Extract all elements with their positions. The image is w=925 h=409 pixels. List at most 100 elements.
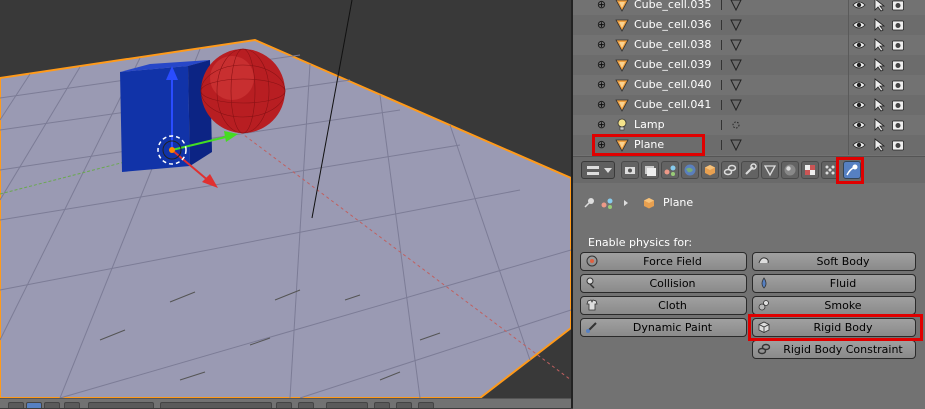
outliner-item-name[interactable]: Cube_cell.040: [634, 78, 711, 91]
eye-icon[interactable]: [852, 58, 866, 72]
3d-viewport[interactable]: [0, 0, 571, 408]
collision-button[interactable]: Collision: [580, 274, 747, 293]
camera-icon[interactable]: [891, 138, 905, 152]
cursor-icon[interactable]: [873, 138, 885, 152]
camera-icon[interactable]: [891, 0, 905, 12]
expand-icon[interactable]: ⊕: [596, 0, 607, 10]
snap-button[interactable]: [276, 402, 292, 408]
camera-icon[interactable]: [891, 58, 905, 72]
cursor-icon[interactable]: [873, 0, 885, 12]
eye-icon[interactable]: [852, 98, 866, 112]
transform-orientation-select[interactable]: [88, 402, 154, 408]
outliner-item-name[interactable]: Plane: [634, 138, 664, 151]
pin-icon[interactable]: [581, 195, 597, 211]
eye-icon[interactable]: [852, 18, 866, 32]
cursor-icon[interactable]: [873, 18, 885, 32]
wrench-icon: [745, 163, 757, 175]
sphere-object[interactable]: [200, 48, 286, 134]
outliner-row[interactable]: ⊕ Cube_cell.035: [573, 0, 925, 15]
camera-icon[interactable]: [891, 98, 905, 112]
proportional-edit-button[interactable]: [298, 402, 314, 408]
outliner-row[interactable]: ⊕ Cube_cell.039: [573, 55, 925, 75]
outliner-row[interactable]: ⊕ Cube_cell.036: [573, 15, 925, 35]
soft-body-button[interactable]: Soft Body: [752, 252, 916, 271]
cursor-icon[interactable]: [873, 58, 885, 72]
cube-object[interactable]: [120, 60, 212, 172]
rigid-body-constraint-button[interactable]: Rigid Body Constraint: [752, 340, 916, 359]
mesh-data-icon[interactable]: [728, 138, 744, 152]
tab-data[interactable]: [761, 161, 779, 179]
outliner-item-name[interactable]: Cube_cell.036: [634, 18, 711, 31]
cursor-icon[interactable]: [873, 78, 885, 92]
tab-physics[interactable]: [843, 161, 861, 179]
outliner-row[interactable]: ⊕ Cube_cell.038: [573, 35, 925, 55]
eye-icon[interactable]: [852, 38, 866, 52]
outliner-separator: [721, 80, 722, 90]
lock-camera-button[interactable]: [396, 402, 412, 408]
tab-render[interactable]: [621, 161, 639, 179]
outliner-item-name[interactable]: Cube_cell.038: [634, 38, 711, 51]
expand-icon[interactable]: ⊕: [596, 19, 607, 30]
eye-icon[interactable]: [852, 0, 866, 12]
mode-button[interactable]: [26, 402, 42, 408]
render-anim-button[interactable]: [418, 402, 434, 408]
eye-icon[interactable]: [852, 138, 866, 152]
mesh-data-icon[interactable]: [728, 58, 744, 72]
outliner-item-name[interactable]: Cube_cell.039: [634, 58, 711, 71]
smoke-button[interactable]: Smoke: [752, 296, 916, 315]
pivot-button[interactable]: [64, 402, 80, 408]
mesh-data-icon[interactable]: [728, 18, 744, 32]
expand-icon[interactable]: ⊕: [596, 99, 607, 110]
tab-render-layers[interactable]: [641, 161, 659, 179]
layers-grid[interactable]: [160, 402, 272, 408]
tab-constraints[interactable]: [721, 161, 739, 179]
camera-icon[interactable]: [891, 78, 905, 92]
mesh-data-icon[interactable]: [728, 38, 744, 52]
camera-icon[interactable]: [891, 118, 905, 132]
outliner-item-name[interactable]: Cube_cell.035: [634, 0, 711, 11]
tab-modifiers[interactable]: [741, 161, 759, 179]
tab-scene[interactable]: [661, 161, 679, 179]
cursor-icon[interactable]: [873, 118, 885, 132]
context-object-name: Plane: [663, 196, 694, 209]
cursor-icon[interactable]: [873, 38, 885, 52]
mesh-data-icon[interactable]: [728, 98, 744, 112]
editor-type-select[interactable]: [581, 161, 615, 179]
eye-icon[interactable]: [852, 118, 866, 132]
outliner-item-name[interactable]: Cube_cell.041: [634, 98, 711, 111]
outliner-item-name[interactable]: Lamp: [634, 118, 665, 131]
tab-material[interactable]: [781, 161, 799, 179]
view-menu-button[interactable]: [8, 402, 24, 408]
camera-icon[interactable]: [891, 38, 905, 52]
tab-object[interactable]: [701, 161, 719, 179]
cloth-button[interactable]: Cloth: [580, 296, 747, 315]
outliner-row[interactable]: ⊕ Lamp: [573, 115, 925, 135]
lamp-data-icon[interactable]: [728, 118, 744, 132]
tab-world[interactable]: [681, 161, 699, 179]
outliner-row[interactable]: ⊕ Cube_cell.041: [573, 95, 925, 115]
camera-icon[interactable]: [891, 18, 905, 32]
mesh-data-icon[interactable]: [728, 0, 744, 12]
dynamic-paint-button[interactable]: Dynamic Paint: [580, 318, 747, 337]
shading-button[interactable]: [44, 402, 60, 408]
mesh-data-icon[interactable]: [728, 78, 744, 92]
expand-icon[interactable]: ⊕: [596, 139, 607, 150]
layers-icon: [645, 166, 656, 176]
snap-element-select[interactable]: [326, 402, 368, 408]
outliner-row[interactable]: ⊕ Cube_cell.040: [573, 75, 925, 95]
expand-icon[interactable]: ⊕: [596, 59, 607, 70]
column-divider: [848, 0, 849, 15]
rigid-body-cube-icon: [758, 321, 770, 333]
render-button[interactable]: [374, 402, 390, 408]
expand-icon[interactable]: ⊕: [596, 79, 607, 90]
force-field-button[interactable]: Force Field: [580, 252, 747, 271]
fluid-button[interactable]: Fluid: [752, 274, 916, 293]
cursor-icon[interactable]: [873, 98, 885, 112]
eye-icon[interactable]: [852, 78, 866, 92]
rigid-body-button[interactable]: Rigid Body: [752, 318, 916, 337]
tab-particles[interactable]: [821, 161, 839, 179]
outliner-row[interactable]: ⊕ Plane: [573, 135, 925, 155]
expand-icon[interactable]: ⊕: [596, 119, 607, 130]
expand-icon[interactable]: ⊕: [596, 39, 607, 50]
tab-texture[interactable]: [801, 161, 819, 179]
